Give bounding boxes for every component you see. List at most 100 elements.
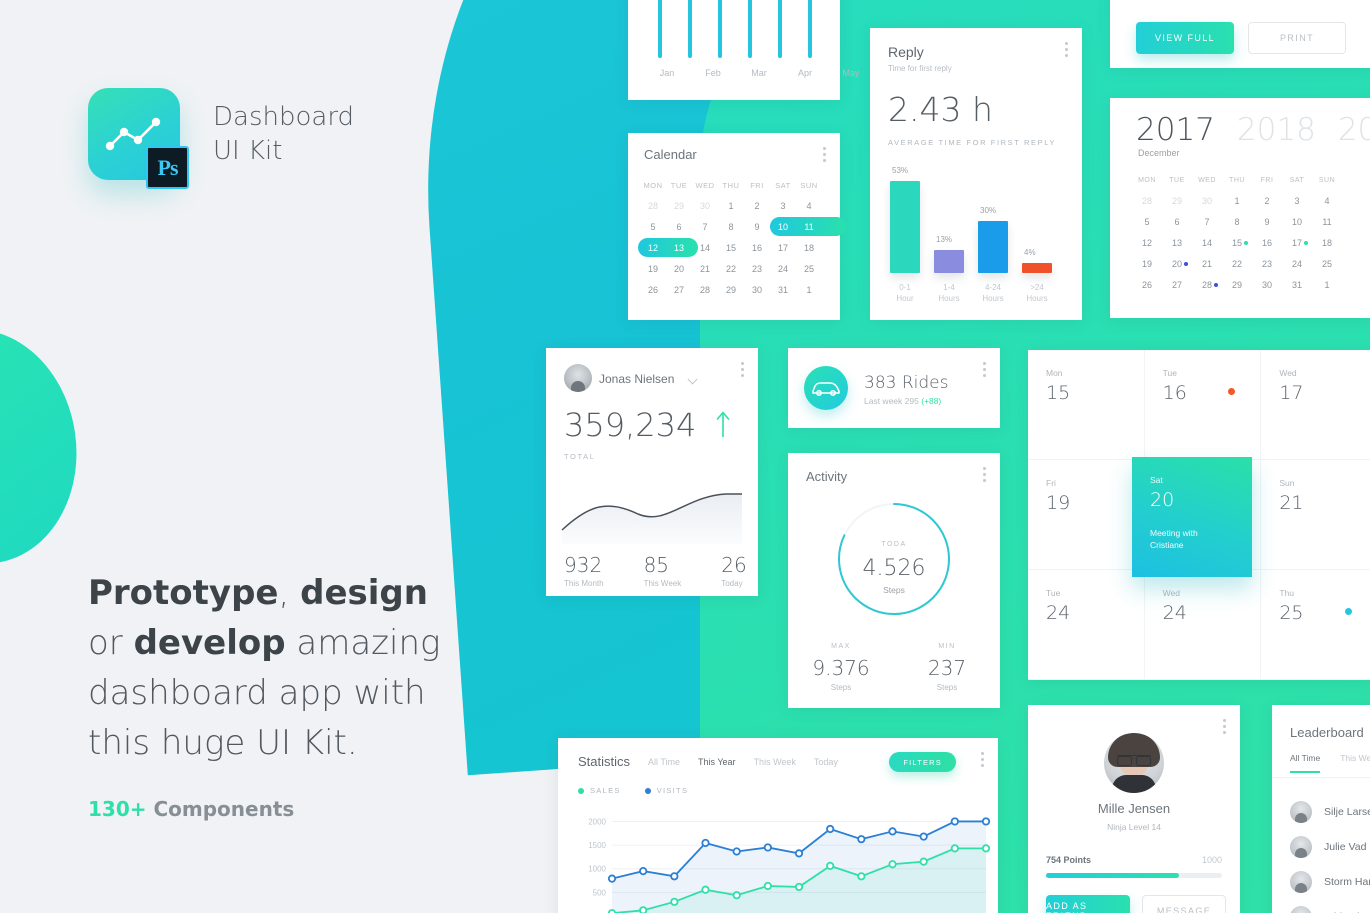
calendar-day[interactable]: 1 <box>718 196 744 217</box>
calendar-day[interactable]: 24 <box>770 259 796 280</box>
calendar-day[interactable]: 13 <box>666 238 692 259</box>
view-full-button[interactable]: VIEW FULL <box>1136 22 1234 54</box>
data-point[interactable] <box>888 827 897 836</box>
calendar-day[interactable]: 13 <box>1162 233 1192 254</box>
calendar-day[interactable]: 30 <box>744 280 770 301</box>
week-day-cell[interactable]: Thu 25 <box>1261 570 1370 680</box>
calendar-grid[interactable]: MON TUE WED THU FRI SAT SUN 28 29 30 1 2 3 4 5 6 7 8 9 10 11… <box>638 175 846 301</box>
statistics-tab[interactable]: All Time <box>648 757 680 767</box>
chevron-down-icon[interactable] <box>687 374 698 385</box>
calendar-day[interactable]: 18 <box>1312 233 1342 254</box>
calendar-day[interactable]: 14 <box>1192 233 1222 254</box>
statistics-tab[interactable]: Today <box>814 757 838 767</box>
week-day-cell[interactable]: Tue 24 <box>1028 570 1145 680</box>
calendar-day[interactable]: 29 <box>666 196 692 217</box>
calendar-day[interactable]: 11 <box>1312 212 1342 233</box>
calendar-day[interactable]: 3 <box>770 196 796 217</box>
week-day-cell[interactable]: Fri 19 <box>1028 460 1145 570</box>
calendar-day[interactable]: 16 <box>744 238 770 259</box>
calendar-day[interactable]: 19 <box>1132 254 1162 275</box>
year-option[interactable]: 2018 <box>1237 112 1316 148</box>
calendar-day[interactable]: 21 <box>1192 254 1222 275</box>
data-point[interactable] <box>981 817 991 826</box>
calendar-day[interactable]: 22 <box>1222 254 1252 275</box>
list-item[interactable]: Storm Har <box>1290 871 1370 893</box>
data-point[interactable] <box>639 906 648 913</box>
calendar-day[interactable]: 7 <box>692 217 718 238</box>
data-point[interactable] <box>607 874 617 883</box>
message-button[interactable]: MESSAGE <box>1142 895 1226 913</box>
calendar-day[interactable]: 30 <box>692 196 718 217</box>
data-point[interactable] <box>826 861 835 870</box>
year-option[interactable]: 201 <box>1338 112 1370 148</box>
year-option[interactable]: 2017 <box>1136 112 1215 148</box>
data-point[interactable] <box>701 838 710 848</box>
calendar-day[interactable]: 25 <box>796 259 822 280</box>
year-calendar-grid[interactable]: MON TUE WED THU FRI SAT SUN 28 29 30 1 2 3 4 5 6 7 8 9 10 11… <box>1132 170 1348 296</box>
leaderboard-tab[interactable]: This Week <box>1340 753 1370 773</box>
statistics-tab[interactable]: This Week <box>754 757 796 767</box>
calendar-day[interactable]: 27 <box>666 280 692 301</box>
calendar-day[interactable]: 30 <box>1252 275 1282 296</box>
week-day-cell[interactable]: Wed 24 <box>1144 570 1262 680</box>
week-day-cell[interactable]: Mon 15 <box>1028 350 1145 460</box>
week-day-cell[interactable]: Tue 16 <box>1144 350 1262 460</box>
calendar-day[interactable]: 8 <box>1222 212 1252 233</box>
calendar-day[interactable]: 2 <box>744 196 770 217</box>
add-as-friend-button[interactable]: ADD AS FRIEND <box>1046 895 1130 913</box>
rides-menu-icon[interactable] <box>983 362 986 380</box>
calendar-day[interactable]: 5 <box>640 217 666 238</box>
week-day-cell[interactable]: Wed 17 <box>1261 350 1370 460</box>
data-point[interactable] <box>732 847 741 856</box>
calendar-day[interactable]: 21 <box>692 259 718 280</box>
calendar-day[interactable]: 29 <box>1222 275 1252 296</box>
user-menu-icon[interactable] <box>741 362 744 380</box>
data-point[interactable] <box>763 843 772 852</box>
calendar-day[interactable]: 26 <box>640 280 666 301</box>
print-button[interactable]: PRINT <box>1248 22 1346 54</box>
statistics-menu-icon[interactable] <box>981 752 984 770</box>
data-point[interactable] <box>981 844 991 853</box>
calendar-day[interactable]: 9 <box>744 217 770 238</box>
calendar-day[interactable]: 12 <box>1132 233 1162 254</box>
calendar-day[interactable]: 28 <box>640 196 666 217</box>
calendar-day[interactable]: 16 <box>1252 233 1282 254</box>
profile-menu-icon[interactable] <box>1223 719 1226 737</box>
calendar-day[interactable]: 11 <box>796 217 822 238</box>
calendar-day[interactable]: 5 <box>1132 212 1162 233</box>
calendar-day[interactable]: 29 <box>718 280 744 301</box>
calendar-menu-icon[interactable] <box>823 147 826 165</box>
calendar-day[interactable]: 19 <box>640 259 666 280</box>
calendar-day[interactable]: 27 <box>1162 275 1192 296</box>
data-point[interactable] <box>701 885 710 894</box>
calendar-day[interactable]: 25 <box>1312 254 1342 275</box>
calendar-day[interactable]: 31 <box>1282 275 1312 296</box>
list-item[interactable]: Frida Th <box>1290 906 1363 913</box>
calendar-day[interactable]: 23 <box>744 259 770 280</box>
leaderboard-tab[interactable]: All Time <box>1290 753 1321 773</box>
data-point[interactable] <box>670 897 679 906</box>
filters-button[interactable]: FILTERS <box>889 752 956 772</box>
week-event-card[interactable]: Sat 20 Meeting with Cristiane <box>1132 457 1252 577</box>
data-point[interactable] <box>826 824 835 834</box>
calendar-day[interactable]: 2 <box>1252 191 1282 212</box>
calendar-day[interactable]: 10 <box>1282 212 1312 233</box>
data-point[interactable] <box>857 835 866 844</box>
statistics-tab[interactable]: This Year <box>698 757 736 767</box>
calendar-day[interactable]: 26 <box>1132 275 1162 296</box>
data-point[interactable] <box>639 866 648 876</box>
calendar-day[interactable]: 18 <box>796 238 822 259</box>
data-point[interactable] <box>670 872 679 881</box>
list-item[interactable]: Julie Vad <box>1290 836 1366 858</box>
activity-menu-icon[interactable] <box>983 467 986 485</box>
year-selector[interactable]: 2017 2018 201 <box>1136 112 1370 148</box>
calendar-day[interactable]: 3 <box>1282 191 1312 212</box>
data-point[interactable] <box>794 882 804 892</box>
reply-menu-icon[interactable] <box>1065 42 1068 60</box>
calendar-day[interactable]: 31 <box>770 280 796 301</box>
data-point[interactable] <box>919 857 928 866</box>
calendar-day[interactable]: 30 <box>1192 191 1222 212</box>
calendar-day[interactable]: 4 <box>796 196 822 217</box>
calendar-day[interactable]: 8 <box>718 217 744 238</box>
calendar-day[interactable]: 15 <box>1222 233 1252 254</box>
